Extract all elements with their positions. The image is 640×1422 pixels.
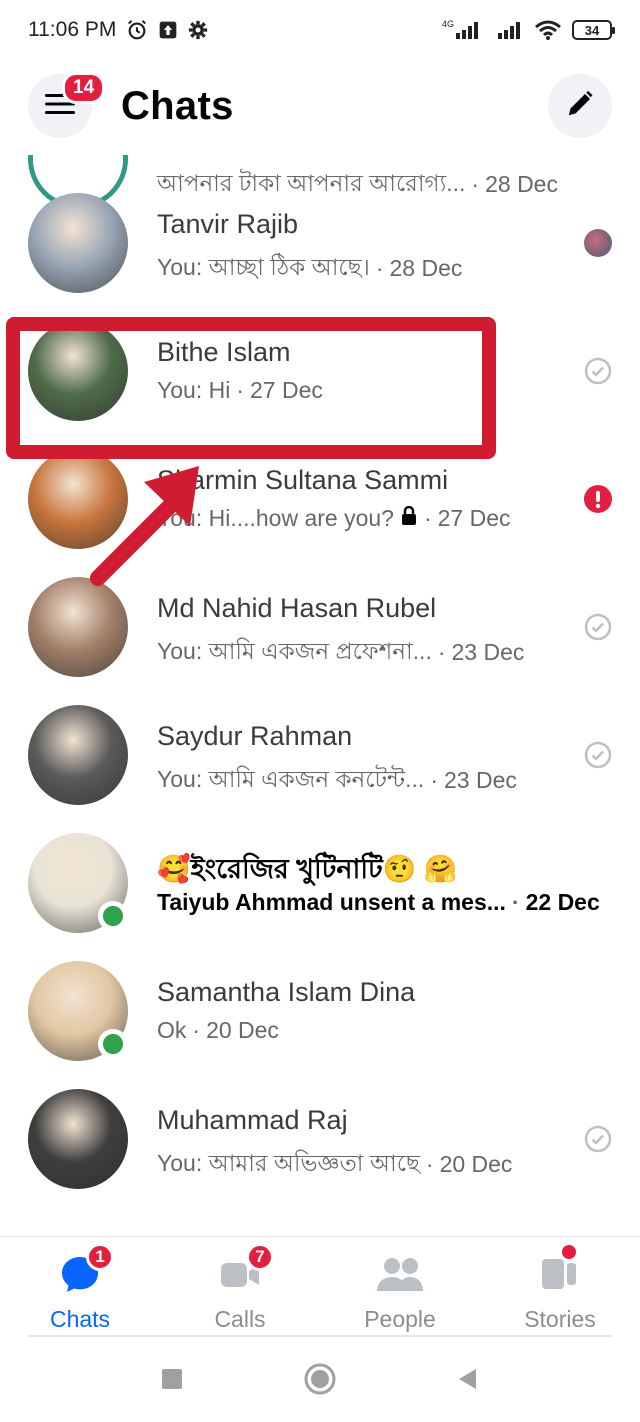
calls-badge: 7: [246, 1243, 274, 1271]
chats-badge: 1: [86, 1243, 114, 1271]
menu-button[interactable]: 14: [28, 72, 106, 138]
chat-date: 22 Dec: [525, 889, 600, 915]
recents-button[interactable]: [160, 1367, 184, 1396]
chat-separator: ·: [423, 505, 432, 531]
sent-check-icon: [584, 741, 612, 769]
home-button[interactable]: [303, 1362, 337, 1401]
chat-preview: You: আমার অভিজ্ঞতা আছে · 20 Dec: [157, 1145, 512, 1184]
chat-preview: You: আমি একজন প্রফেশনা... · 23 Dec: [157, 633, 524, 672]
chat-row[interactable]: Muhammad Raj You: আমার অভিজ্ঞতা আছে · 20 De…: [0, 1075, 640, 1203]
pencil-icon: [565, 89, 595, 124]
chat-name: 🥰ইংরেজির খুটিনাটি🤨 🤗: [157, 854, 458, 884]
nav-tab-stories[interactable]: Stories: [480, 1237, 640, 1336]
annotation-arrow-icon: [90, 466, 199, 586]
nav-tab-people[interactable]: People: [320, 1237, 480, 1336]
svg-text:4G: 4G: [442, 19, 454, 29]
wifi-icon: [534, 19, 562, 41]
chat-date: 20 Dec: [439, 1151, 513, 1177]
online-status-dot: [98, 1029, 128, 1059]
nav-label-people: People: [364, 1306, 436, 1332]
chat-preview-text: You: আমার অভিজ্ঞতা আছে: [157, 1150, 420, 1176]
chat-preview: Taiyub Ahmmad unsent a mes... · 22 Dec: [157, 889, 600, 916]
chat-date: 23 Dec: [443, 767, 517, 793]
system-navigation-bar: [0, 1340, 640, 1422]
status-time: 11:06 PM: [28, 18, 117, 41]
settings-gear-icon: [188, 20, 208, 40]
battery-indicator: 34: [572, 20, 615, 40]
seen-avatar-icon: [584, 229, 612, 257]
sent-check-icon: [584, 613, 612, 641]
error-alert-icon: [584, 485, 612, 513]
chat-row[interactable]: Saydur Rahman You: আমি একজন কনটেন্ট... · 23…: [0, 691, 640, 819]
avatar[interactable]: [28, 1089, 128, 1189]
avatar[interactable]: [28, 193, 128, 293]
nav-divider: [28, 1335, 612, 1337]
nav-label-calls: Calls: [214, 1306, 266, 1332]
chat-separator: ·: [192, 1017, 201, 1043]
avatar[interactable]: [28, 705, 128, 805]
page-title: Chats: [121, 83, 234, 128]
chat-name: Tanvir Rajib: [157, 209, 299, 239]
chat-date: 27 Dec: [437, 505, 511, 531]
chat-preview: You: আচ্ছা ঠিক আছে। · 28 Dec: [157, 249, 462, 288]
chat-name: Md Nahid Hasan Rubel: [157, 593, 437, 623]
avatar-photo: [28, 577, 128, 677]
chat-name: Saydur Rahman: [157, 721, 353, 751]
chat-separator: ·: [511, 889, 520, 915]
sent-check-icon: [584, 1125, 612, 1153]
lock-icon: [400, 505, 418, 532]
chat-preview: You: আমি একজন কনটেন্ট... · 23 Dec: [157, 761, 517, 800]
highlight-annotation-box: [6, 317, 496, 459]
alarm-icon: [126, 19, 148, 41]
back-button[interactable]: [456, 1367, 480, 1396]
stories-icon: [540, 1255, 580, 1298]
bottom-navigation: 1 Chats 7 Calls People Stories: [0, 1236, 640, 1336]
avatar[interactable]: [28, 577, 128, 677]
chat-name: Samantha Islam Dina: [157, 977, 416, 1007]
stories-new-dot: [562, 1245, 576, 1259]
nav-tab-chats[interactable]: 1 Chats: [0, 1237, 160, 1336]
chat-preview-text: You: আমি একজন প্রফেশনা...: [157, 638, 432, 664]
chat-preview-text: Ok: [157, 1017, 187, 1043]
app-header: 14 Chats: [0, 66, 640, 146]
chat-separator: ·: [430, 767, 438, 793]
sent-check-icon: [584, 357, 612, 385]
cellular-signal-2-icon: [496, 19, 524, 41]
chat-date: 20 Dec: [206, 1017, 279, 1043]
chat-name: Muhammad Raj: [157, 1105, 348, 1135]
menu-notification-badge: 14: [62, 72, 106, 104]
nav-tab-calls[interactable]: 7 Calls: [160, 1237, 320, 1336]
chat-preview-text: You: আচ্ছা ঠিক আছে।: [157, 254, 370, 280]
online-status-dot: [98, 901, 128, 931]
chat-row[interactable]: 🥰ইংরেজির খুটিনাটি🤨 🤗 Taiyub Ahmmad unsent…: [0, 819, 640, 947]
chat-date: 23 Dec: [451, 639, 525, 665]
upload-icon: [158, 20, 178, 40]
avatar-photo: [28, 193, 128, 293]
chat-preview: Ok · 20 Dec: [157, 1017, 279, 1044]
chat-preview-text: You: আমি একজন কনটেন্ট...: [157, 766, 425, 792]
chat-separator: ·: [375, 255, 384, 281]
chat-row[interactable]: Tanvir Rajib You: আচ্ছা ঠিক আছে। · 28 Dec: [0, 179, 640, 307]
chat-separator: ·: [437, 639, 446, 665]
chat-preview-text: Taiyub Ahmmad unsent a mes...: [157, 889, 506, 915]
nav-label-chats: Chats: [49, 1306, 111, 1332]
chat-row[interactable]: Samantha Islam Dina Ok · 20 Dec: [0, 947, 640, 1075]
compose-button[interactable]: [548, 74, 612, 138]
status-bar: 11:06 PM 4G 34: [0, 0, 640, 60]
avatar-photo: [28, 1089, 128, 1189]
avatar-photo: [28, 705, 128, 805]
people-icon: [375, 1255, 425, 1298]
chat-separator: ·: [425, 1151, 434, 1177]
cellular-signal-icon: 4G: [442, 19, 486, 41]
chat-date: 28 Dec: [389, 255, 463, 281]
nav-label-stories: Stories: [524, 1306, 596, 1332]
